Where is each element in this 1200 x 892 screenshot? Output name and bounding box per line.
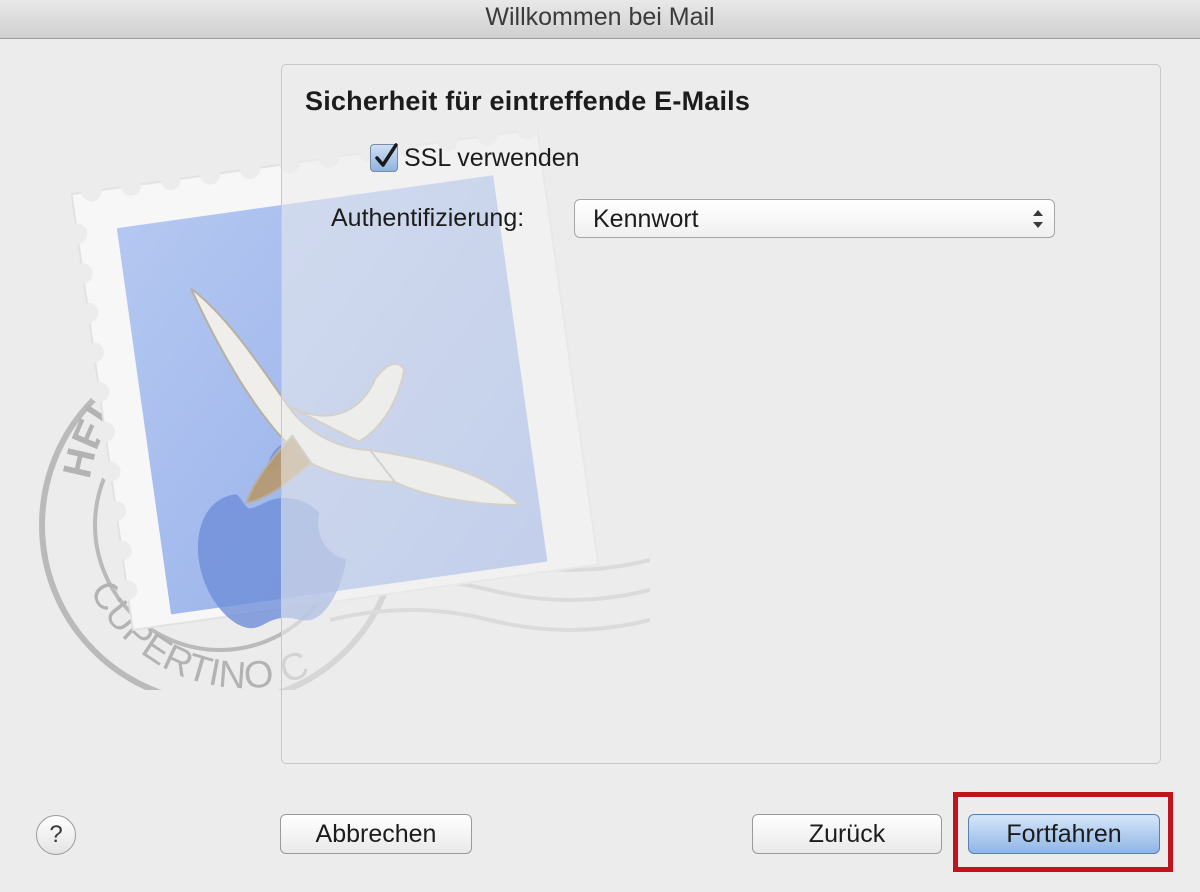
use-ssl-row[interactable]: SSL verwenden	[370, 140, 580, 176]
checkmark-icon	[375, 143, 398, 167]
window-title: Willkommen bei Mail	[485, 3, 715, 31]
ssl-label: SSL verwenden	[404, 143, 580, 172]
authentication-select[interactable]: Kennwort	[574, 199, 1055, 238]
cancel-button[interactable]: Abbrechen	[280, 814, 472, 854]
back-button[interactable]: Zurück	[752, 814, 942, 854]
authentication-label: Authentifizierung:	[331, 204, 525, 232]
title-bar[interactable]: Willkommen bei Mail	[0, 0, 1200, 39]
help-button[interactable]: ?	[36, 815, 76, 855]
section-heading: Sicherheit für eintreffende E-Mails	[305, 86, 751, 116]
ssl-checkbox[interactable]	[370, 143, 398, 172]
updown-arrows-icon	[1033, 210, 1043, 228]
authentication-value: Kennwort	[593, 205, 699, 233]
continue-button[interactable]: Fortfahren	[968, 814, 1160, 854]
mail-setup-window: Willkommen bei Mail HELLO FROM CUPERTINO…	[0, 0, 1200, 892]
